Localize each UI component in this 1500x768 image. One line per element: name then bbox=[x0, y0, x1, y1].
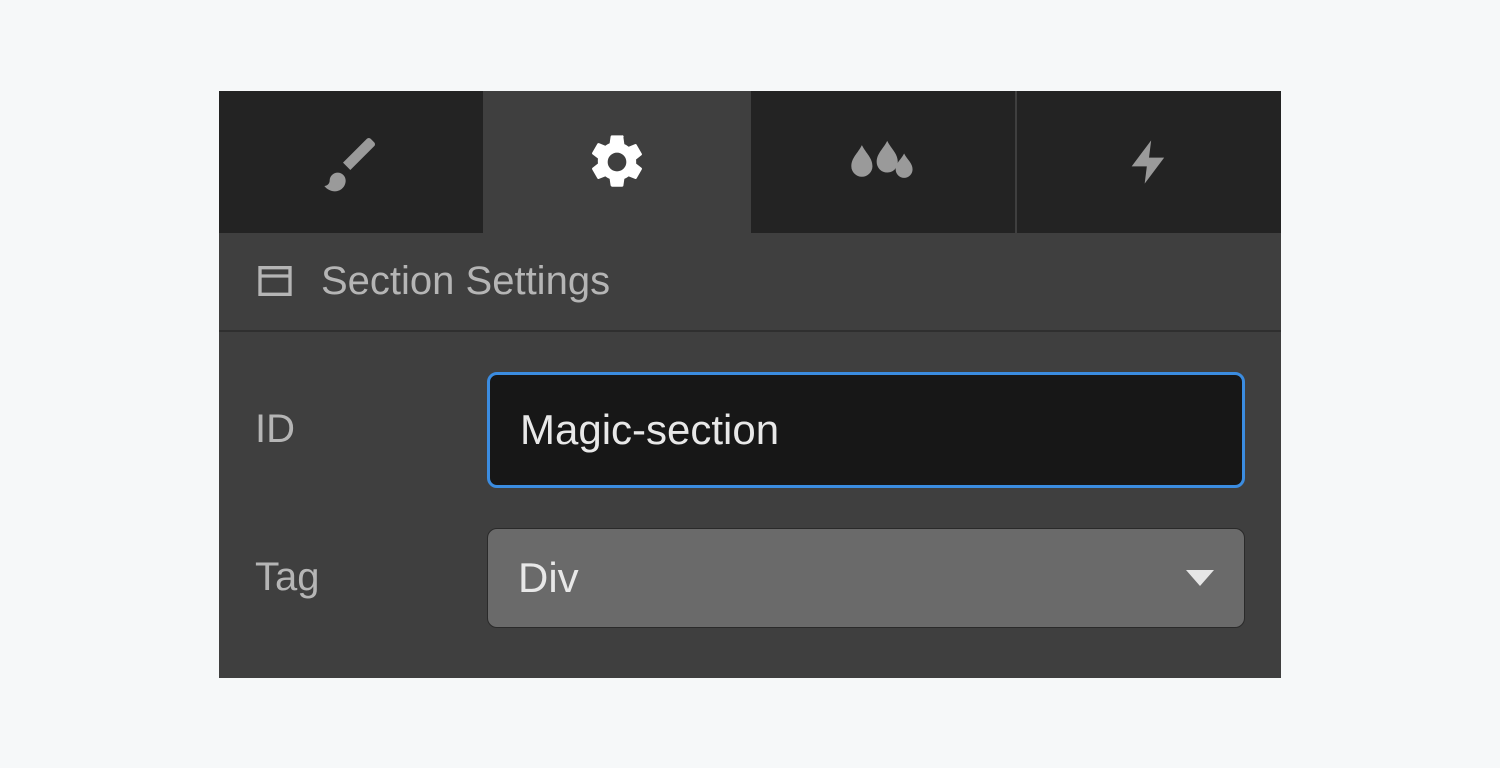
section-icon bbox=[255, 261, 295, 301]
bolt-icon bbox=[1123, 130, 1175, 194]
settings-panel: Section Settings ID Tag Div bbox=[219, 91, 1281, 678]
gear-icon bbox=[585, 130, 649, 194]
caret-down-icon bbox=[1186, 570, 1214, 586]
section-title: Section Settings bbox=[321, 259, 610, 304]
form-body: ID Tag Div bbox=[219, 332, 1281, 678]
brush-icon bbox=[319, 130, 383, 194]
row-id: ID bbox=[255, 372, 1245, 488]
tag-label: Tag bbox=[255, 555, 487, 600]
tab-settings[interactable] bbox=[483, 91, 749, 233]
tag-select[interactable]: Div bbox=[487, 528, 1245, 628]
row-tag: Tag Div bbox=[255, 528, 1245, 628]
panel-tabbar bbox=[219, 91, 1281, 233]
id-input[interactable] bbox=[487, 372, 1245, 488]
droplets-icon bbox=[845, 130, 921, 194]
tab-style[interactable] bbox=[219, 91, 483, 233]
tab-effects[interactable] bbox=[749, 91, 1015, 233]
id-label: ID bbox=[255, 407, 487, 452]
tag-selected-value: Div bbox=[518, 554, 579, 602]
section-header: Section Settings bbox=[219, 233, 1281, 332]
tab-interactions[interactable] bbox=[1015, 91, 1281, 233]
